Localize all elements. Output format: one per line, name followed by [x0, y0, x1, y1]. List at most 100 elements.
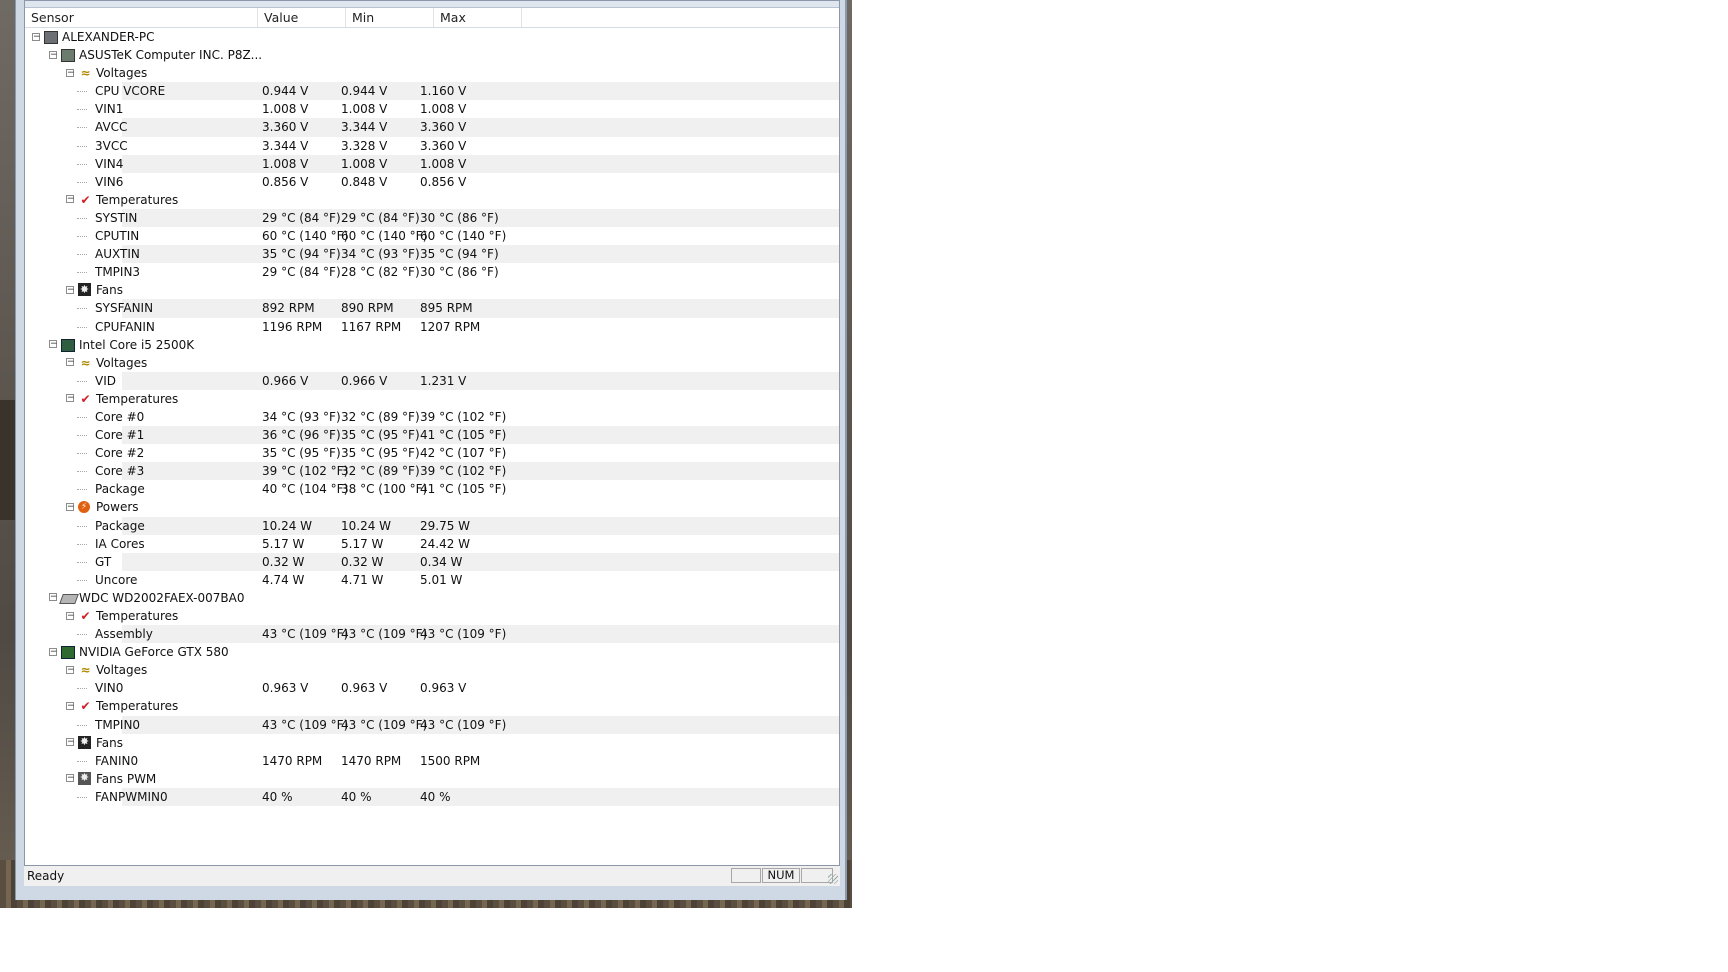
fan-icon: ✸: [78, 282, 91, 297]
sensor-row[interactable]: VIN6 0.856 V 0.848 V 0.856 V: [25, 173, 839, 191]
sensor-max: 1.231 V: [420, 373, 467, 388]
group-row[interactable]: − ✔ Temperatures: [25, 697, 839, 715]
collapse-toggle-icon[interactable]: −: [66, 502, 75, 511]
sensor-name: AUXTIN: [95, 247, 140, 262]
group-row[interactable]: − WDC WD2002FAEX-007BA0: [25, 589, 839, 607]
column-header: Sensor Value Min Max: [25, 8, 839, 28]
collapse-toggle-icon[interactable]: −: [49, 340, 58, 349]
tree-guide-line: [77, 543, 87, 545]
sensor-row[interactable]: CPUFANIN 1196 RPM 1167 RPM 1207 RPM: [25, 318, 839, 336]
sensor-row[interactable]: Core #0 34 °C (93 °F) 32 °C (89 °F) 39 °C (…: [25, 408, 839, 426]
sensor-row[interactable]: SYSTIN 29 °C (84 °F) 29 °C (84 °F) 30 °C (8…: [25, 208, 839, 228]
collapse-toggle-icon[interactable]: −: [66, 358, 75, 367]
group-row[interactable]: − NVIDIA GeForce GTX 580: [25, 643, 839, 661]
sensor-row[interactable]: TMPIN0 43 °C (109 °F) 43 °C (109 °F) 43 °C …: [25, 715, 839, 734]
group-row[interactable]: − ≈ Voltages: [25, 64, 839, 82]
sensor-row[interactable]: CPUTIN 60 °C (140 °F) 60 °C (140 °F) 60 °C …: [25, 227, 839, 245]
sensor-name: Assembly: [95, 627, 153, 642]
sensor-name: CPU VCORE: [95, 84, 166, 99]
sensor-row[interactable]: IA Cores 5.17 W 5.17 W 24.42 W: [25, 535, 839, 553]
collapse-toggle-icon[interactable]: −: [66, 774, 75, 783]
column-header-value[interactable]: Value: [258, 8, 346, 27]
sensor-row[interactable]: Uncore 4.74 W 4.71 W 5.01 W: [25, 571, 839, 589]
collapse-toggle-icon[interactable]: −: [32, 32, 41, 41]
sensor-row[interactable]: Package 10.24 W 10.24 W 29.75 W: [25, 516, 839, 535]
sensor-min: 0.32 W: [341, 554, 384, 569]
sensor-row[interactable]: VIN4 1.008 V 1.008 V 1.008 V: [25, 154, 839, 173]
sensor-max: 41 °C (105 °F): [420, 482, 507, 497]
collapse-toggle-icon[interactable]: −: [66, 701, 75, 710]
sensor-row[interactable]: Core #2 35 °C (95 °F) 35 °C (95 °F) 42 °C (…: [25, 444, 839, 462]
sensor-row[interactable]: AVCC 3.360 V 3.344 V 3.360 V: [25, 118, 839, 137]
menu-strip-edge: [25, 1, 839, 8]
group-row[interactable]: − ✔ Temperatures: [25, 191, 839, 209]
row-stripe: [122, 371, 839, 390]
sensor-row[interactable]: FANIN0 1470 RPM 1470 RPM 1500 RPM: [25, 752, 839, 770]
group-label: Fans: [96, 735, 124, 750]
thermometer-icon: ✔: [80, 192, 91, 207]
sensor-row[interactable]: VIN0 0.963 V 0.963 V 0.963 V: [25, 679, 839, 697]
sensor-row[interactable]: Core #3 39 °C (102 °F) 32 °C (89 °F) 39 °C …: [25, 462, 839, 481]
sensor-min: 43 °C (109 °F): [341, 627, 428, 642]
sensor-max: 0.856 V: [420, 174, 467, 189]
sensor-row[interactable]: Assembly 43 °C (109 °F) 43 °C (109 °F) 43 °…: [25, 625, 839, 644]
sensor-row[interactable]: FANPWMIN0 40 % 40 % 40 %: [25, 787, 839, 807]
group-row[interactable]: − ASUSTeK Computer INC. P8Z...: [25, 46, 839, 64]
collapse-toggle-icon[interactable]: −: [66, 195, 75, 204]
collapse-toggle-icon[interactable]: −: [49, 593, 58, 602]
sensor-min: 32 °C (89 °F): [341, 409, 420, 424]
sensor-name: CPUFANIN: [95, 319, 155, 334]
group-row[interactable]: − ✸ Fans: [25, 281, 839, 299]
resize-grip[interactable]: [828, 874, 838, 884]
tree-guide-line: [77, 760, 87, 762]
sensor-row[interactable]: CPU VCORE 0.944 V 0.944 V 1.160 V: [25, 82, 839, 101]
sensor-row[interactable]: Core #1 36 °C (96 °F) 35 °C (95 °F) 41 °C (…: [25, 426, 839, 445]
sensor-name: SYSTIN: [95, 210, 138, 225]
sensor-max: 1.008 V: [420, 156, 467, 171]
sensor-row[interactable]: 3VCC 3.344 V 3.328 V 3.360 V: [25, 137, 839, 155]
collapse-toggle-icon[interactable]: −: [66, 665, 75, 674]
sensor-row[interactable]: Package 40 °C (104 °F) 38 °C (100 °F) 41 °C…: [25, 480, 839, 498]
sensor-tree-view[interactable]: Sensor Value Min Max − ALEXANDER-PC − ASUST…: [24, 0, 840, 866]
collapse-toggle-icon[interactable]: −: [49, 50, 58, 59]
hard-drive-icon: [59, 593, 79, 604]
group-row[interactable]: − Intel Core i5 2500K: [25, 336, 839, 354]
collapse-toggle-icon[interactable]: −: [49, 647, 58, 656]
collapse-toggle-icon[interactable]: −: [66, 285, 75, 294]
collapse-toggle-icon[interactable]: −: [66, 68, 75, 77]
sensor-row[interactable]: VID 0.966 V 0.966 V 1.231 V: [25, 371, 839, 390]
column-header-max[interactable]: Max: [434, 8, 522, 27]
sensor-max: 42 °C (107 °F): [420, 446, 507, 461]
group-row[interactable]: − ALEXANDER-PC: [25, 28, 839, 46]
group-row[interactable]: − ✸ Fans: [25, 734, 839, 752]
thermometer-icon: ✔: [80, 609, 91, 623]
group-row[interactable]: − ✔ Temperatures: [25, 390, 839, 408]
group-row[interactable]: − ✔ Temperatures: [25, 607, 839, 625]
sensor-name: 3VCC: [95, 138, 128, 153]
tree-guide-line: [77, 236, 87, 238]
sensor-min: 35 °C (95 °F): [341, 428, 420, 443]
collapse-toggle-icon[interactable]: −: [66, 394, 75, 403]
group-row[interactable]: − ≈ Voltages: [25, 354, 839, 372]
sensor-row[interactable]: TMPIN3 29 °C (84 °F) 28 °C (82 °F) 30 °C (8…: [25, 263, 839, 281]
tree-guide-line: [77, 525, 87, 527]
voltage-icon: ≈: [80, 66, 91, 81]
tree-guide-line: [77, 91, 87, 93]
row-stripe: [122, 118, 839, 137]
collapse-toggle-icon[interactable]: −: [66, 611, 75, 620]
group-row[interactable]: − ≈ Voltages: [25, 661, 839, 679]
column-header-min[interactable]: Min: [346, 8, 434, 27]
sensor-max: 3.360 V: [420, 138, 467, 153]
tree-guide-line: [77, 181, 87, 183]
group-row[interactable]: − ⚡ Powers: [25, 498, 839, 516]
sensor-max: 30 °C (86 °F): [420, 265, 499, 280]
sensor-row[interactable]: SYSFANIN 892 RPM 890 RPM 895 RPM: [25, 299, 839, 318]
sensor-row[interactable]: AUXTIN 35 °C (94 °F) 34 °C (93 °F) 35 °C (9…: [25, 245, 839, 264]
status-bar: Ready NUM: [24, 866, 840, 886]
column-header-sensor[interactable]: Sensor: [25, 8, 258, 27]
sensor-row[interactable]: GT 0.32 W 0.32 W 0.34 W: [25, 552, 839, 571]
sensor-row[interactable]: VIN1 1.008 V 1.008 V 1.008 V: [25, 100, 839, 118]
collapse-toggle-icon[interactable]: −: [66, 738, 75, 747]
group-label: NVIDIA GeForce GTX 580: [79, 645, 229, 660]
group-row[interactable]: − ✸ Fans PWM: [25, 770, 839, 788]
